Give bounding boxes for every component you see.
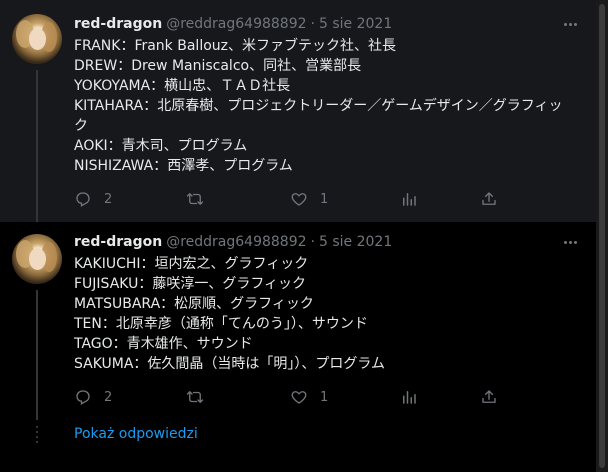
reply-icon — [76, 192, 90, 207]
text-line: SAKUMA：佐久間晶（当時は「明」）、プログラム — [74, 356, 386, 372]
tweet-date[interactable]: 5 sie 2021 — [319, 234, 392, 250]
text-line: KITAHARA：北原春樹、プロジェクトリーダー／ゲームデザイン／グラフィック — [74, 98, 563, 134]
thread-line — [36, 290, 38, 420]
text-line: MATSUBARA：松原順、グラフィック — [74, 296, 314, 312]
share-button[interactable] — [480, 388, 498, 406]
share-icon — [482, 192, 496, 205]
heart-icon — [291, 193, 307, 206]
scrollbar-thumb[interactable] — [599, 4, 605, 468]
text-line: FUJISAKU：藤咲淳一、グラフィック — [74, 276, 307, 292]
text-line: FRANK：Frank Ballouz、米ファブテック社、社長 — [74, 38, 396, 54]
like-button[interactable]: 1 — [290, 190, 328, 208]
thread-dots — [36, 426, 38, 446]
tweet-date[interactable]: 5 sie 2021 — [319, 16, 392, 32]
retweet-icon — [186, 193, 204, 205]
action-bar: 2 1 — [74, 386, 504, 408]
author-handle[interactable]: @reddrag64988892 — [166, 234, 306, 250]
text-line: KAKIUCHI：垣内宏之、グラフィック — [74, 256, 309, 272]
tweet[interactable]: red-dragon @reddrag64988892 · 5 sie 2021… — [0, 222, 596, 422]
retweet-icon — [186, 391, 204, 403]
separator-dot: · — [310, 16, 315, 32]
stats-icon — [403, 391, 416, 404]
reply-icon — [76, 390, 90, 405]
separator-dot: · — [310, 234, 315, 250]
thread-line — [36, 70, 38, 222]
tweet[interactable]: red-dragon @reddrag64988892 · 5 sie 2021… — [0, 0, 596, 222]
text-line: AOKI：青木司、プログラム — [74, 138, 248, 154]
text-line: TEN：北原幸彦（通称「てんのう」）、サウンド — [74, 316, 368, 332]
author-handle[interactable]: @reddrag64988892 — [166, 16, 306, 32]
heart-icon — [291, 391, 307, 404]
avatar[interactable] — [12, 14, 62, 64]
text-line: TAGO：青木雄作、サウンド — [74, 336, 253, 352]
like-count: 1 — [320, 389, 329, 405]
stats-button[interactable] — [400, 388, 418, 406]
like-button[interactable]: 1 — [290, 388, 328, 406]
author-name[interactable]: red-dragon — [74, 234, 162, 250]
author-name[interactable]: red-dragon — [74, 16, 162, 32]
stats-button[interactable] — [400, 190, 418, 208]
reply-count: 2 — [104, 389, 113, 405]
retweet-button[interactable] — [186, 190, 216, 208]
tweet-text: FRANK：Frank Ballouz、米ファブテック社、社長 DREW：Dre… — [74, 36, 564, 176]
share-icon — [482, 390, 496, 403]
show-replies-row: Pokaż odpowiedzi — [0, 422, 596, 452]
more-icon[interactable] — [560, 232, 580, 252]
scrollbar[interactable] — [596, 0, 608, 472]
text-line: DREW：Drew Maniscalco、同社、営業部長 — [74, 58, 362, 74]
retweet-button[interactable] — [186, 388, 216, 406]
tweet-header: red-dragon @reddrag64988892 · 5 sie 2021 — [74, 14, 392, 34]
reply-button[interactable]: 2 — [74, 388, 112, 406]
like-count: 1 — [320, 191, 329, 207]
share-button[interactable] — [480, 190, 498, 208]
show-replies-link[interactable]: Pokaż odpowiedzi — [74, 426, 198, 442]
stats-icon — [403, 193, 416, 206]
text-line: YOKOYAMA：横山忠、ＴＡＤ社長 — [74, 78, 291, 94]
tweet-text: KAKIUCHI：垣内宏之、グラフィック FUJISAKU：藤咲淳一、グラフィッ… — [74, 254, 564, 374]
reply-count: 2 — [104, 191, 113, 207]
tweet-header: red-dragon @reddrag64988892 · 5 sie 2021 — [74, 232, 392, 252]
avatar[interactable] — [12, 234, 62, 284]
reply-button[interactable]: 2 — [74, 190, 112, 208]
text-line: NISHIZAWA：西澤孝、プログラム — [74, 158, 293, 174]
action-bar: 2 1 — [74, 188, 504, 210]
more-icon[interactable] — [560, 14, 580, 34]
